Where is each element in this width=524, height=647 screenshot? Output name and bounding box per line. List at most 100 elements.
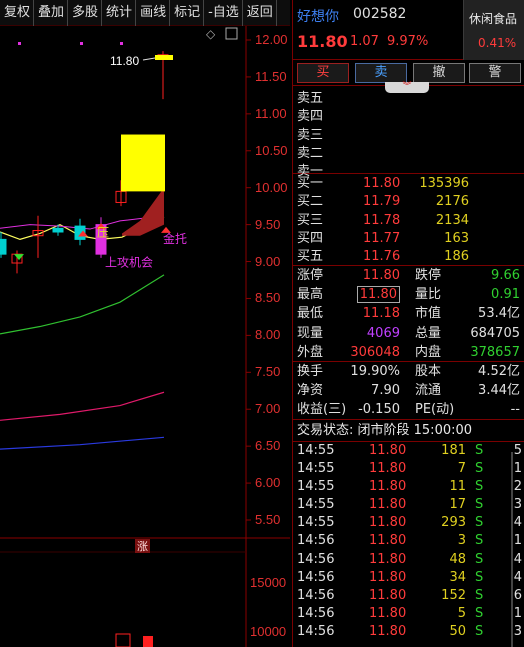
fundamental-row: 收益(三) -0.150 PE(动) -- xyxy=(293,400,524,419)
buy-level-volume: 186 xyxy=(444,249,469,265)
sell-level-row: 卖三 xyxy=(293,127,524,145)
toolbar-button-3[interactable]: 统计 xyxy=(102,0,137,26)
sell-level-label: 卖四 xyxy=(297,109,324,125)
tick-price: 11.80 xyxy=(369,515,407,531)
toolbar-button-6[interactable]: -自选 xyxy=(204,0,243,26)
tick-direction: S xyxy=(475,551,484,567)
ma-red-line xyxy=(0,391,165,421)
stat-value: 11.18 xyxy=(362,306,400,322)
tick-price: 11.80 xyxy=(369,497,407,513)
buy-level-row[interactable]: 买五 11.76 186 xyxy=(293,248,524,266)
fundamental-value: -0.150 xyxy=(358,402,400,418)
tick-row: 14:55 11.80 181 S 5 xyxy=(293,442,524,460)
tick-time: 14:56 xyxy=(297,551,335,567)
sell-level-label: 卖三 xyxy=(297,127,324,143)
cancel-order-button[interactable]: 撤 xyxy=(413,63,465,83)
price-axis-label: 8.00 xyxy=(255,327,281,343)
tick-count: 1 xyxy=(513,461,522,477)
stat-label: 市值 xyxy=(415,306,442,322)
sector-change-pct: 0.41% xyxy=(478,36,517,50)
tick-volume: 34 xyxy=(449,569,466,585)
tick-list-scrollbar[interactable] xyxy=(511,452,513,647)
buy-level-price: 11.77 xyxy=(363,230,401,246)
tick-volume: 5 xyxy=(457,605,466,621)
buy-level-row[interactable]: 买四 11.77 163 xyxy=(293,230,524,248)
sell-level-row: 卖四 xyxy=(293,108,524,126)
buy-button[interactable]: 买 xyxy=(297,63,349,83)
volume-axis-label: 15000 xyxy=(250,575,287,590)
buy-level-volume: 2176 xyxy=(435,194,469,210)
tick-list[interactable]: 14:55 11.80 181 S 5 14:55 11.80 7 S 1 14:55 11.80 11… xyxy=(293,442,524,641)
price-change: 1.07 xyxy=(350,34,379,49)
toolbar-button-4[interactable]: 画线 xyxy=(136,0,171,26)
price-axis-label: 7.50 xyxy=(255,364,281,380)
price-axis-label: 8.50 xyxy=(255,290,281,306)
tick-count: 4 xyxy=(513,569,522,585)
tick-count: 4 xyxy=(513,551,522,567)
stat-value: 306048 xyxy=(350,344,400,360)
tick-row: 14:55 11.80 293 S 4 xyxy=(293,514,524,532)
price-axis-label: 11.00 xyxy=(255,105,287,121)
stat-value: 9.66 xyxy=(491,268,520,283)
tick-direction: S xyxy=(475,605,484,621)
tick-row: 14:56 11.80 50 S 3 xyxy=(293,623,524,641)
ma-blue-line xyxy=(0,436,165,450)
buy-level-volume: 2134 xyxy=(435,212,469,228)
tick-direction: S xyxy=(475,515,484,531)
tick-count: 3 xyxy=(513,623,522,639)
pressure-label: 压 xyxy=(97,225,109,239)
tick-direction: S xyxy=(475,533,484,549)
trading-phase: 交易状态: 闭市阶段 15:00:00 xyxy=(293,420,524,442)
tick-row: 14:55 11.80 11 S 2 xyxy=(293,478,524,496)
sector-box[interactable]: 休闲食品 0.41% xyxy=(463,0,524,60)
candle-body xyxy=(0,238,7,255)
toolbar-button-1[interactable]: 叠加 xyxy=(34,0,69,26)
tick-row: 14:56 11.80 3 S 1 xyxy=(293,532,524,550)
buy-level-row[interactable]: 买三 11.78 2134 xyxy=(293,212,524,230)
tick-count: 6 xyxy=(513,587,522,603)
sell-level-label: 卖五 xyxy=(297,91,324,106)
toolbar-button-2[interactable]: 多股 xyxy=(68,0,103,26)
tick-time: 14:55 xyxy=(297,443,335,458)
stock-name[interactable]: 好想你 xyxy=(297,6,339,26)
stat-label: 总量 xyxy=(415,325,442,341)
tick-row: 14:56 11.80 48 S 4 xyxy=(293,551,524,569)
price-axis-label: 9.00 xyxy=(255,253,281,269)
kline-canvas[interactable]: ◇ 压上攻机会金托涨 11.80 xyxy=(0,26,290,647)
buy-level-row[interactable]: 买二 11.79 2176 xyxy=(293,193,524,211)
toolbar-button-5[interactable]: 标记 xyxy=(170,0,205,26)
tick-row: 14:55 11.80 7 S 1 xyxy=(293,460,524,478)
opportunity-label: 上攻机会 xyxy=(105,256,153,270)
tick-direction: S xyxy=(475,569,484,585)
tick-price: 11.80 xyxy=(369,623,407,639)
alert-button[interactable]: 警 xyxy=(469,63,521,83)
toolbar-button-0[interactable]: 复权 xyxy=(0,0,35,26)
buy-level-row[interactable]: 买一 11.80 135396 xyxy=(293,175,524,193)
last-price-label: 11.80 xyxy=(110,54,139,68)
tick-volume: 181 xyxy=(441,443,466,458)
fundamental-value: 7.90 xyxy=(371,383,400,399)
last-price-leader xyxy=(142,57,156,61)
stock-header: 好想你 002582 11.80 1.07 9.97% 休闲食品 0.41% xyxy=(293,0,524,60)
fundamental-label: 流通 xyxy=(415,383,442,399)
stat-label: 现量 xyxy=(297,325,324,341)
tick-time: 14:56 xyxy=(297,623,335,639)
stat-label: 跌停 xyxy=(415,268,442,283)
sell-level-label: 卖二 xyxy=(297,145,324,161)
kline-chart[interactable]: ◇ 压上攻机会 金托涨 11.80 12.00 11.50 11.00 10.50 10.00… xyxy=(0,26,290,647)
tick-volume: 7 xyxy=(457,461,466,477)
sell-orderbook: 卖五 卖四 卖三 卖二 卖一 xyxy=(293,86,524,179)
buy-level-price: 11.80 xyxy=(363,176,401,191)
tick-count: 5 xyxy=(513,443,522,458)
sell-button[interactable]: 卖 xyxy=(355,63,407,83)
tick-direction: S xyxy=(475,443,484,458)
price-axis-label: 10.00 xyxy=(255,179,288,195)
stat-value: 53.4亿 xyxy=(478,306,520,322)
stat-value: 11.80 xyxy=(356,286,400,304)
volume-axis-label: 10000 xyxy=(250,624,287,639)
tick-count: 4 xyxy=(513,515,522,531)
tick-row: 14:56 11.80 5 S 1 xyxy=(293,605,524,623)
trade-buttons: 买 卖 撤 警 ︾ xyxy=(293,60,524,93)
toolbar-button-7[interactable]: 返回 xyxy=(243,0,277,26)
buy-level-price: 11.79 xyxy=(363,194,401,210)
